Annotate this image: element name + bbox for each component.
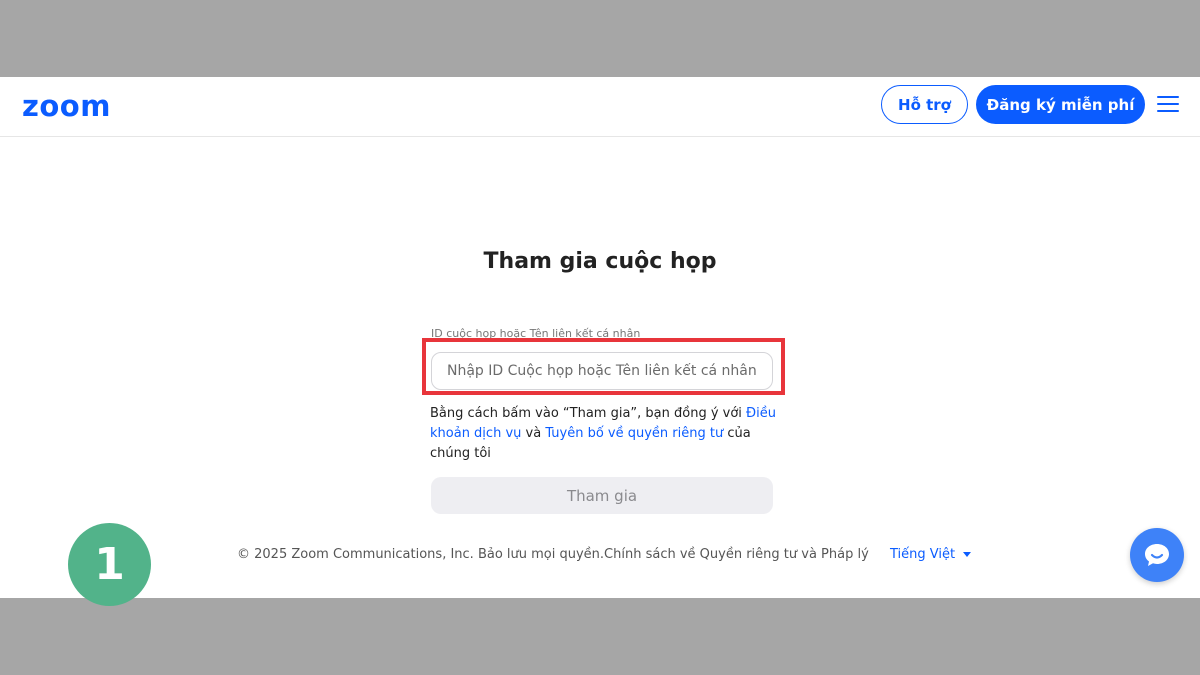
footer-copyright: © 2025 Zoom Communications, Inc. Bảo lưu… (237, 547, 869, 562)
signup-free-button[interactable]: Đăng ký miễn phí (976, 85, 1145, 124)
step-number-badge: 1 (68, 523, 151, 606)
caret-down-icon (963, 552, 972, 557)
support-button[interactable]: Hỗ trợ (881, 85, 968, 124)
language-label: Tiếng Việt (890, 547, 956, 562)
meeting-id-input[interactable] (431, 352, 773, 390)
page-title: Tham gia cuộc họp (483, 249, 717, 274)
chat-bubble-icon (1145, 544, 1169, 566)
top-header: zoom Hỗ trợ Đăng ký miễn phí (0, 77, 1200, 137)
language-selector[interactable]: Tiếng Việt (890, 547, 972, 562)
zoom-join-page: zoom Hỗ trợ Đăng ký miễn phí Tham gia cu… (0, 77, 1200, 598)
zoom-logo[interactable]: zoom (22, 89, 111, 123)
chat-support-button[interactable] (1130, 528, 1184, 582)
terms-text: Bằng cách bấm vào “Tham gia”, bạn đồng ý… (430, 404, 780, 464)
terms-and: và (521, 426, 546, 441)
privacy-statement-link[interactable]: Tuyên bố về quyền riêng tư (545, 426, 723, 441)
terms-prefix: Bằng cách bấm vào “Tham gia”, bạn đồng ý… (430, 406, 747, 421)
join-button[interactable]: Tham gia (431, 477, 773, 514)
hamburger-menu-icon[interactable] (1157, 96, 1179, 112)
